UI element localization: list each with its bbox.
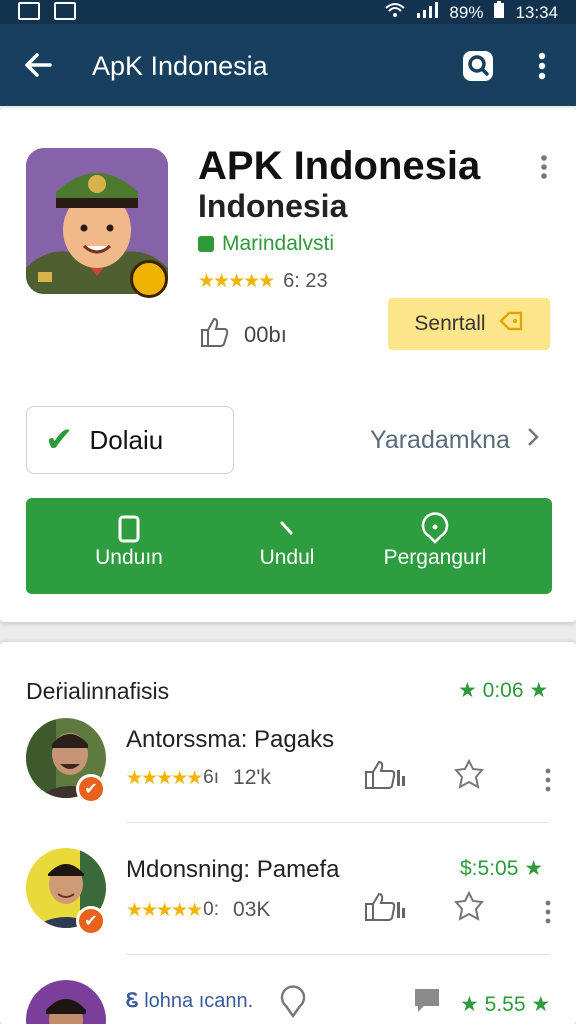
reviews-list-card: Deṙialinnafisis ★ 0:06 ★ ✔ Antorssma: Pa… [0,642,576,1024]
badge-star-icon[interactable] [452,890,494,924]
share-label: Pergangurl [383,546,487,569]
status-bar: 89% 13:34 [0,0,576,24]
save-icon [54,2,76,20]
list-header: Deṙialinnafisis [26,678,170,704]
star-icon: ★ [458,679,477,702]
list-item[interactable]: ✔ Antorssma: Pagaks ★★★★★ 6ı 12'k [0,718,576,838]
download-label: Unduın [95,546,163,569]
badge-star-icon[interactable] [452,758,494,792]
sentall-label: Senrtall [414,312,486,335]
developer-row[interactable]: Marindalvsti [198,232,334,256]
app-title: APK Indonesia [198,144,481,188]
verified-badge-icon: ✔ [76,906,106,936]
item-price: $:5:05 ★ [460,856,543,881]
comment-icon[interactable] [412,986,454,1020]
developer-icon [198,236,214,252]
avatar [26,980,106,1024]
details-button[interactable]: ✔ Dolaiu [26,406,234,474]
divider [126,822,550,823]
overflow-menu-icon[interactable] [528,48,556,84]
item-meta: ★★★★★ 6ı 12'k [126,766,271,790]
item-overflow-icon[interactable] [538,898,558,928]
details-label: Dolaiu [89,424,164,455]
list-item[interactable]: Ꮛ lohna ıcann. ★ 5.55 ★ [0,980,576,1024]
list-item[interactable]: ✔ Mdonsning: Pamefa $:5:05 ★ ★★★★★ 0: 03… [0,846,576,966]
chevron-right-icon [526,426,540,455]
more-info-link[interactable]: Yaradamkna [370,426,540,455]
item-name: Ꮛ lohna ıcann. [126,990,253,1013]
download-button[interactable]: Unduın [74,512,184,570]
like-thumb-icon[interactable] [364,758,406,792]
app-bar-title: ApK Indonesia [92,51,268,81]
app-details-card: APK Indonesia Indonesia Marindalvsti ★★★… [0,108,576,622]
item-rating: 6ı [203,767,220,788]
tag-icon [498,308,524,340]
upload-label: Undul [259,546,315,569]
action-bar: Unduın Undul Pergangurl [26,498,552,594]
clock: 13:34 [515,2,558,22]
slash-icon [232,512,342,546]
sentall-button[interactable]: Senrtall [388,298,550,350]
signal-icon [415,2,439,23]
app-bar: ApK Indonesia [0,24,576,106]
divider [126,954,550,955]
star-icon: ★ [460,993,479,1016]
item-meta: ★★★★★ 0: 03K [126,898,270,922]
card-overflow-icon[interactable] [532,152,556,182]
verified-badge-icon [130,260,168,298]
item-name-text: lohna ıcann. [144,990,254,1012]
star-icon: ★ [531,993,551,1016]
like-row[interactable]: 00bı [198,316,287,354]
star-icon: ★ [524,857,544,880]
app-subtitle: Indonesia [198,188,348,224]
like-thumb-icon[interactable] [364,890,406,924]
verified-badge-icon: ✔ [76,774,106,804]
gallery-icon [18,2,40,20]
book-icon: Ꮛ [126,990,139,1012]
location-pin-icon [370,512,500,546]
item-price: ★ 5.55 ★ [460,992,550,1017]
item-count: 03K [233,898,271,921]
search-icon[interactable] [460,48,496,84]
star-rating-icon: ★★★★★ [198,271,275,292]
rating-text: 6: 23 [283,270,328,292]
item-name: Antorssma: Pagaks [126,726,335,753]
thumbs-up-icon [198,316,230,354]
more-info-label: Yaradamkna [370,426,510,454]
item-overflow-icon[interactable] [538,766,558,796]
developer-name: Marindalvsti [222,232,335,255]
list-header-time: 0:06 [482,679,524,702]
likes-count: 00bı [244,322,287,347]
phone-icon [74,512,184,546]
checkmark-icon: ✔ [45,421,74,459]
rating-row: ★★★★★ 6: 23 [198,270,328,293]
back-arrow-icon[interactable] [22,48,56,82]
item-price-text: $:5:05 [460,857,519,880]
list-header-right: ★ 0:06 ★ [458,678,548,703]
wifi-icon [385,2,406,23]
star-rating-icon: ★★★★★ [126,767,203,789]
item-price-text: 5.55 [484,993,526,1016]
item-count: 12'k [233,766,271,789]
battery-percent: 89% [449,2,484,22]
item-name: Mdonsning: Pamefa [126,856,340,883]
location-pin-icon[interactable] [276,984,318,1019]
battery-icon [493,1,505,24]
upload-button[interactable]: Undul [232,512,342,570]
star-icon: ★ [529,679,549,702]
star-rating-icon: ★★★★★ [126,899,203,921]
item-rating: 0: [203,899,220,920]
share-button[interactable]: Pergangurl [370,512,500,570]
